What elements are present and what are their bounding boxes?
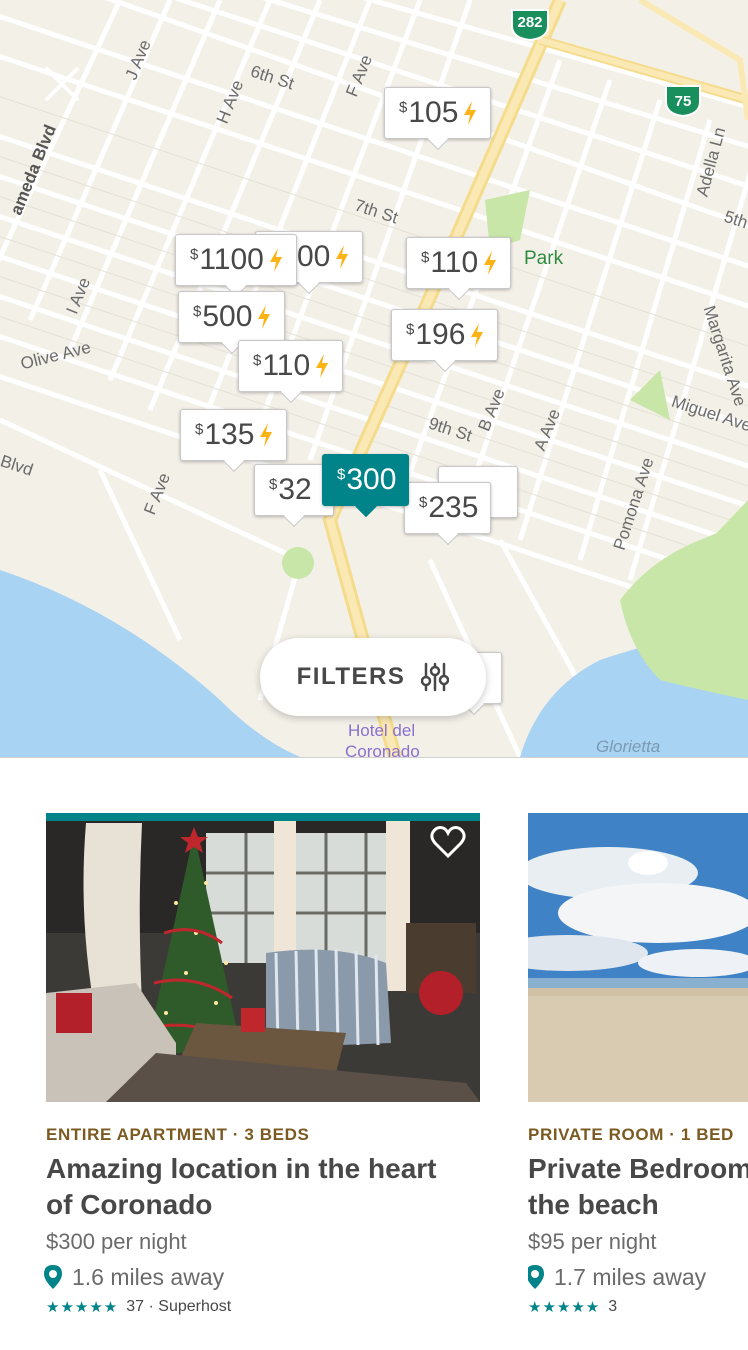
listing-photo[interactable] [46,813,480,1102]
listing-type: PRIVATE ROOM · 1 BED [528,1125,734,1144]
star-rating-icon: ★★★★★ [46,1299,119,1316]
price-pin[interactable]: $105 [384,87,492,139]
filters-button[interactable]: FILTERS [260,638,486,716]
heart-icon[interactable] [430,825,466,859]
water-label: Glorietta [596,737,661,756]
pin-price: 500 [202,300,253,333]
price-pin[interactable]: $1100 [175,234,297,286]
listing-distance: 1.6 miles away [40,1263,224,1291]
instant-book-icon [269,248,282,272]
sliders-icon [421,662,450,692]
listing-rating: ★★★★★ 3 [528,1298,617,1316]
pin-price: 196 [415,318,466,351]
listing-price: $300 per night [46,1229,187,1254]
listing-title[interactable]: Private Bedroom the beach [528,1151,748,1223]
filters-label: FILTERS [296,663,406,690]
instant-book-icon [471,323,484,347]
listing-title-line: of Coronado [46,1189,213,1220]
pin-price: 110 [262,349,311,382]
location-pin-icon [528,1265,544,1289]
selected-indicator [46,813,480,821]
instant-book-icon [464,101,477,125]
price-pin[interactable]: $110 [406,237,512,289]
price-pin[interactable]: $110 [238,340,344,392]
route-shield-282: 282 [508,6,552,42]
listing-distance: 1.7 miles away [528,1263,706,1291]
pin-price: 135 [204,418,255,451]
listing-rating: ★★★★★ 37 · Superhost [46,1298,231,1316]
listing-price: $95 per night [528,1229,657,1254]
instant-book-icon [484,251,497,275]
listing-type: ENTIRE APARTMENT · 3 BEDS [46,1125,310,1144]
listing-title-line: the beach [528,1189,659,1220]
park-label: Park [524,248,564,269]
listing-title-line: Private Bedroom [528,1153,748,1184]
pin-price: 1100 [199,243,264,276]
price-pin[interactable]: $500 [178,291,286,343]
distance-text: 1.6 miles away [72,1263,225,1290]
instant-book-icon [316,354,329,378]
instant-book-icon [260,423,273,447]
location-pin-icon [44,1265,62,1289]
star-rating-icon: ★★★★★ [528,1299,601,1316]
pin-price: 235 [428,491,479,524]
listing-title-line: Amazing location in the heart [46,1153,437,1184]
close-icon[interactable] [40,62,84,106]
instant-book-icon [336,245,349,269]
poi-label: Hotel del [348,721,416,740]
listing-card[interactable]: PRIVATE ROOM · 1 BED Private Bedroom the… [528,813,748,1343]
pin-price: 32 [278,473,312,506]
map[interactable]: 282 75 J Ave 6th St H Ave F Ave ameda Bl… [0,0,748,758]
listing-title[interactable]: Amazing location in the heart of Coronad… [46,1151,436,1223]
price-pin[interactable]: $235 [404,482,492,534]
pin-price: 00 [297,240,331,273]
poi-label: Coronado [345,742,420,758]
price-pin-selected[interactable]: $300 [322,454,410,506]
pin-price: 105 [408,96,459,129]
review-count: 3 [608,1298,618,1315]
review-count: 37 · Superhost [126,1298,232,1315]
distance-text: 1.7 miles away [554,1263,707,1290]
price-pin[interactable]: $196 [391,309,499,361]
pin-price: 300 [346,463,397,496]
price-pin[interactable]: $135 [180,409,288,461]
instant-book-icon [258,305,271,329]
pin-price: 110 [430,246,479,279]
route-shield-75: 75 [662,80,704,118]
listing-photo[interactable] [528,813,748,1102]
